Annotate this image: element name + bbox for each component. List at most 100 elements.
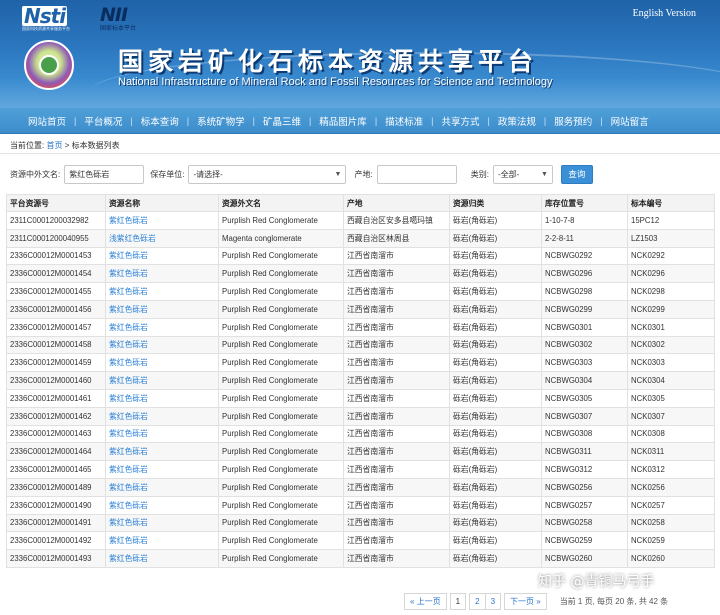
- cell-category: 砾岩(角砾岩): [449, 246, 542, 266]
- cell-foreign-name: Purplish Red Conglomerate: [218, 460, 344, 479]
- name-filter-input[interactable]: [64, 164, 145, 184]
- cell-platform-id: 2336C00012M0001460: [6, 371, 106, 390]
- nsti-logo[interactable]: Nsti 国家科技资源共享服务平台: [22, 6, 80, 36]
- cell-platform-id: 2336C00012M0001493: [6, 549, 106, 568]
- cell-resource-name[interactable]: 紫红色砾岩: [105, 549, 219, 568]
- nav-overview[interactable]: 平台概况: [76, 114, 130, 128]
- table-row: 2336C00012M0001456 紫红色砾岩 Purplish Red Cong…: [6, 299, 715, 319]
- watermark: 知乎 @青铜马弓手: [538, 574, 655, 590]
- col-header-foreign-name[interactable]: 资源外文名: [218, 194, 344, 212]
- cell-category: 砾岩(角砾岩): [449, 388, 542, 408]
- col-header-resource-name[interactable]: 资源名称: [105, 194, 219, 212]
- nav-message-board[interactable]: 网站留言: [603, 114, 657, 128]
- page-3-button[interactable]: 3: [484, 593, 502, 610]
- chevron-down-icon: ▼: [334, 170, 342, 178]
- cell-specimen-number: NCK0312: [627, 460, 715, 479]
- cell-origin: 西藏自治区安多县噶玛镇: [343, 211, 450, 230]
- cell-resource-name[interactable]: 紫红色砾岩: [105, 317, 219, 337]
- cell-specimen-number: NCK0311: [627, 442, 715, 462]
- cell-platform-id: 2336C00012M0001453: [6, 246, 106, 266]
- cell-specimen-number: NCK0256: [627, 477, 715, 497]
- cell-resource-name[interactable]: 紫红色砾岩: [105, 495, 219, 515]
- site-banner: Nsti 国家科技资源共享服务平台 NII 国家标本平台 English Ver…: [0, 0, 720, 108]
- col-header-category[interactable]: 资源归类: [449, 194, 542, 212]
- page-2-button[interactable]: 2: [469, 593, 486, 610]
- english-version-link[interactable]: English Version: [633, 8, 696, 19]
- cell-foreign-name: Purplish Red Conglomerate: [218, 371, 344, 390]
- nii-logo-subtitle: 国家标本平台: [100, 26, 137, 32]
- next-page-button[interactable]: 下一页 »: [504, 593, 547, 610]
- col-header-platform-id[interactable]: 平台资源号: [6, 194, 106, 212]
- cell-resource-name[interactable]: 浅紫红色砾岩: [105, 228, 219, 248]
- cell-platform-id: 2336C00012M0001459: [6, 353, 106, 373]
- cell-resource-name[interactable]: 紫红色砾岩: [105, 531, 219, 551]
- cell-origin: 江西省南溜市: [343, 388, 450, 408]
- cell-specimen-number: NCK0301: [627, 317, 715, 337]
- cell-resource-name[interactable]: 紫红色砾岩: [105, 442, 219, 462]
- col-header-specimen-number[interactable]: 标本编号: [627, 194, 715, 212]
- cell-resource-name[interactable]: 紫红色砾岩: [105, 211, 219, 230]
- name-filter-label: 资源中外文名:: [10, 169, 61, 179]
- origin-filter-input[interactable]: [376, 164, 457, 184]
- nav-image-gallery[interactable]: 精品图片库: [311, 114, 375, 128]
- cell-specimen-number: NCK0298: [627, 282, 715, 301]
- table-row: 2336C00012M0001491 紫红色砾岩 Purplish Red Cong…: [6, 513, 715, 533]
- cell-storage-location: NCBWG0303: [541, 353, 628, 373]
- cell-resource-name[interactable]: 紫红色砾岩: [105, 264, 219, 284]
- breadcrumb: 当前位置: 首页 > 标本数据列表: [0, 134, 720, 154]
- cell-resource-name[interactable]: 紫红色砾岩: [105, 460, 219, 479]
- cell-storage-location: NCBWG0305: [541, 388, 628, 408]
- cell-platform-id: 2336C00012M0001489: [6, 477, 106, 497]
- cell-foreign-name: Purplish Red Conglomerate: [218, 388, 344, 408]
- site-title-english: National Infrastructure of Mineral Rock …: [118, 76, 553, 88]
- nav-policy[interactable]: 政策法规: [490, 114, 544, 128]
- cell-resource-name[interactable]: 紫红色砾岩: [105, 406, 219, 426]
- cell-specimen-number: NCK0307: [627, 406, 715, 426]
- cell-storage-location: NCBWG0302: [541, 335, 628, 355]
- cell-specimen-number: NCK0308: [627, 424, 715, 444]
- table-row: 2336C00012M0001490 紫红色砾岩 Purplish Red Cong…: [6, 495, 715, 515]
- breadcrumb-home-link[interactable]: 首页: [46, 141, 62, 150]
- nav-home[interactable]: 网站首页: [20, 114, 74, 128]
- cell-resource-name[interactable]: 紫红色砾岩: [105, 246, 219, 266]
- cell-resource-name[interactable]: 紫红色砾岩: [105, 282, 219, 301]
- cell-resource-name[interactable]: 紫红色砾岩: [105, 513, 219, 533]
- nav-specimen-search[interactable]: 标本查询: [133, 114, 187, 128]
- nav-service-booking[interactable]: 服务预约: [546, 114, 600, 128]
- cell-storage-location: NCBWG0308: [541, 424, 628, 444]
- cell-foreign-name: Magenta conglomerate: [218, 228, 344, 248]
- unit-filter-select[interactable]: -请选择- ▼: [188, 164, 347, 184]
- cell-resource-name[interactable]: 紫红色砾岩: [105, 477, 219, 497]
- cell-storage-location: NCBWG0298: [541, 282, 628, 301]
- cell-origin: 江西省南溜市: [343, 299, 450, 319]
- nav-systematic-mineralogy[interactable]: 系统矿物学: [189, 114, 253, 128]
- cell-category: 砾岩(角砾岩): [449, 460, 542, 479]
- nav-description-standard[interactable]: 描述标准: [377, 114, 431, 128]
- cell-platform-id: 2336C00012M0001465: [6, 460, 106, 479]
- query-button[interactable]: 查询: [560, 164, 593, 184]
- cell-specimen-number: NCK0258: [627, 513, 715, 533]
- cell-resource-name[interactable]: 紫红色砾岩: [105, 353, 219, 373]
- table-row: 2336C00012M0001461 紫红色砾岩 Purplish Red Cong…: [6, 388, 715, 408]
- cell-platform-id: 2336C00012M0001458: [6, 335, 106, 355]
- nav-crystal-3d[interactable]: 矿晶三维: [255, 114, 309, 128]
- table-row: 2336C00012M0001457 紫红色砾岩 Purplish Red Cong…: [6, 317, 715, 337]
- cell-resource-name[interactable]: 紫红色砾岩: [105, 388, 219, 408]
- cell-origin: 江西省南溜市: [343, 246, 450, 266]
- cell-resource-name[interactable]: 紫红色砾岩: [105, 371, 219, 390]
- cell-resource-name[interactable]: 紫红色砾岩: [105, 335, 219, 355]
- prev-page-button[interactable]: « 上一页: [404, 593, 447, 610]
- cell-category: 砾岩(角砾岩): [449, 335, 542, 355]
- cell-resource-name[interactable]: 紫红色砾岩: [105, 299, 219, 319]
- page-1-button[interactable]: 1: [449, 593, 467, 610]
- col-header-origin[interactable]: 产地: [343, 194, 450, 212]
- nii-logo[interactable]: NII 国家标本平台: [100, 5, 170, 35]
- cell-foreign-name: Purplish Red Conglomerate: [218, 246, 344, 266]
- unit-filter-value: -请选择-: [193, 169, 223, 179]
- cell-resource-name[interactable]: 紫红色砾岩: [105, 424, 219, 444]
- cell-foreign-name: Purplish Red Conglomerate: [218, 406, 344, 426]
- col-header-storage-location[interactable]: 库存位置号: [541, 194, 628, 212]
- nav-sharing-method[interactable]: 共享方式: [434, 114, 488, 128]
- category-filter-select[interactable]: -全部- ▼: [492, 164, 553, 184]
- cell-category: 砾岩(角砾岩): [449, 477, 542, 497]
